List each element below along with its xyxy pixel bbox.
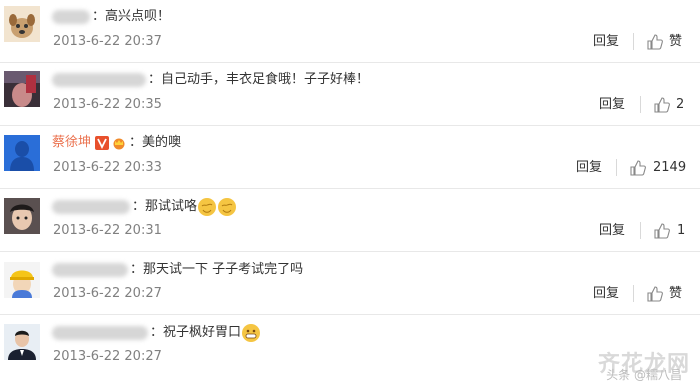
avatar[interactable] xyxy=(4,324,40,360)
like-label[interactable]: 赞 xyxy=(669,286,682,302)
like-count: 2 xyxy=(676,97,685,112)
avatar[interactable] xyxy=(4,262,40,298)
comment-text: ：那试试咯 xyxy=(132,199,198,214)
comment-line: ：那试试咯 xyxy=(52,198,237,216)
comment-row: ：自己动手，丰衣足食哦！子子好棒！ 2013-6-22 20:35 回复 2 xyxy=(0,63,700,126)
comment-row: ：那试试咯 2013-6-22 20:31 回复 1 xyxy=(0,189,700,252)
comment-text: ：高兴点呗！ xyxy=(92,9,171,24)
comment-text: ：自己动手，丰衣足食哦！子子好棒！ xyxy=(148,72,370,87)
timestamp: 2013-6-22 20:33 xyxy=(53,160,162,175)
comment-text: ：那天试一下 子子考试完了吗 xyxy=(130,262,304,277)
divider xyxy=(633,33,634,50)
thumbs-up-icon[interactable] xyxy=(653,222,671,240)
thumbs-up-icon[interactable] xyxy=(629,159,647,177)
like-count: 1 xyxy=(677,223,686,238)
watermark-credit: 头条 @糯八昌 xyxy=(606,368,682,382)
comment-line: ：那天试一下 子子考试完了吗 xyxy=(52,261,303,279)
crown-badge-icon xyxy=(113,138,125,150)
reply-button[interactable]: 回复 xyxy=(593,286,619,302)
divider xyxy=(616,159,617,176)
timestamp: 2013-6-22 20:37 xyxy=(53,34,162,49)
username-blurred[interactable] xyxy=(52,200,130,214)
comment-row: ：祝子枫好胃口 2013-6-22 20:27 xyxy=(0,315,700,378)
avatar[interactable] xyxy=(4,198,40,234)
emoji-icon xyxy=(218,198,237,216)
timestamp: 2013-6-22 20:27 xyxy=(53,349,162,364)
thumbs-up-icon[interactable] xyxy=(653,96,671,114)
username-blurred[interactable] xyxy=(52,326,148,340)
username-blurred[interactable] xyxy=(52,10,90,24)
username-blurred[interactable] xyxy=(52,263,128,277)
comment-line: ：自己动手，丰衣足食哦！子子好棒！ xyxy=(52,71,369,89)
reply-button[interactable]: 回复 xyxy=(599,97,625,113)
avatar[interactable] xyxy=(4,71,40,107)
comment-line: ：高兴点呗！ xyxy=(52,8,170,26)
reply-button[interactable]: 回复 xyxy=(576,160,602,176)
thumbs-up-icon[interactable] xyxy=(646,33,664,51)
comment-row: ：那天试一下 子子考试完了吗 2013-6-22 20:27 回复 赞 xyxy=(0,252,700,315)
timestamp: 2013-6-22 20:27 xyxy=(53,286,162,301)
divider xyxy=(633,285,634,302)
comment-row: 蔡徐坤 ：美的噢 2013-6-22 20:33 回复 2149 xyxy=(0,126,700,189)
thumbs-up-icon[interactable] xyxy=(646,285,664,303)
emoji-icon xyxy=(198,198,217,216)
divider xyxy=(640,96,641,113)
like-count: 2149 xyxy=(653,160,687,175)
divider xyxy=(640,222,641,239)
verified-v-badge-icon xyxy=(95,136,110,150)
reply-button[interactable]: 回复 xyxy=(593,34,619,50)
timestamp: 2013-6-22 20:31 xyxy=(53,223,162,238)
comment-text: ：美的噢 xyxy=(129,135,182,150)
emoji-icon xyxy=(242,324,261,342)
avatar[interactable] xyxy=(4,135,40,171)
reply-button[interactable]: 回复 xyxy=(599,223,625,239)
username[interactable]: 蔡徐坤 xyxy=(52,134,91,152)
comment-text: ：祝子枫好胃口 xyxy=(150,325,242,340)
username-blurred[interactable] xyxy=(52,73,146,87)
avatar[interactable] xyxy=(4,6,40,42)
comment-line: 蔡徐坤 ：美的噢 xyxy=(52,134,181,152)
like-label[interactable]: 赞 xyxy=(669,34,682,50)
comment-row: ：高兴点呗！ 2013-6-22 20:37 回复 赞 xyxy=(0,0,700,63)
comment-line: ：祝子枫好胃口 xyxy=(52,324,261,342)
timestamp: 2013-6-22 20:35 xyxy=(53,97,162,112)
